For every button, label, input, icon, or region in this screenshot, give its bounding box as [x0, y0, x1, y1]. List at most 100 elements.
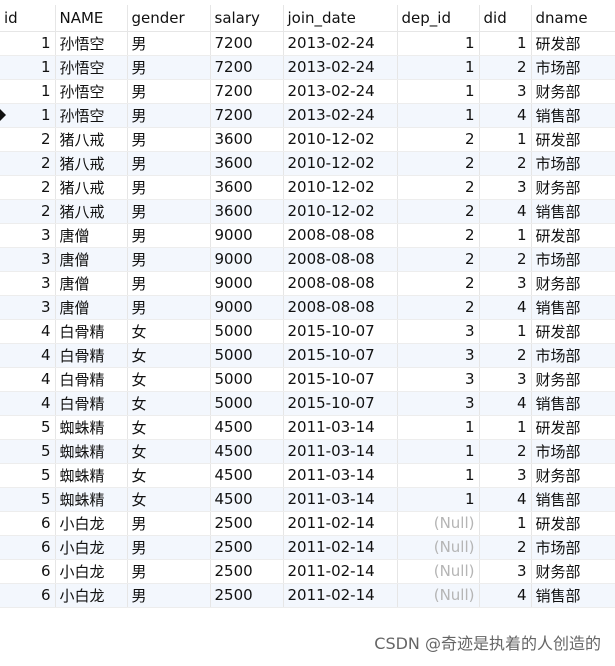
cell-dname[interactable]: 销售部	[531, 391, 615, 416]
cell-join-date[interactable]: 2011-03-14	[283, 415, 398, 440]
cell-dname[interactable]: 财务部	[531, 463, 615, 488]
cell-name[interactable]: 蜘蛛精	[55, 415, 128, 440]
cell-join-date[interactable]: 2013-02-24	[283, 55, 398, 80]
cell-dep-id[interactable]: 1	[397, 79, 480, 104]
table-row[interactable]: 1 孙悟空男 7200 2013-02-24 1 1 研发部	[0, 31, 615, 56]
cell-dep-id[interactable]: 3	[397, 319, 480, 344]
cell-gender[interactable]: 女	[127, 319, 211, 344]
cell-dname[interactable]: 财务部	[531, 559, 615, 584]
cell-name[interactable]: 蜘蛛精	[55, 463, 128, 488]
cell-dname[interactable]: 研发部	[531, 511, 615, 536]
table-row[interactable]: 3 唐僧男 9000 2008-08-08 2 4 销售部	[0, 295, 615, 320]
cell-salary[interactable]: 9000	[210, 271, 284, 296]
cell-salary[interactable]: 5000	[210, 391, 284, 416]
cell-dep-id[interactable]: (Null)	[397, 535, 480, 560]
cell-did[interactable]: 4	[479, 583, 532, 608]
cell-id[interactable]: 5	[0, 439, 56, 464]
table-row[interactable]: 2 猪八戒男 3600 2010-12-02 2 3 财务部	[0, 175, 615, 200]
cell-dname[interactable]: 研发部	[531, 415, 615, 440]
cell-name[interactable]: 小白龙	[55, 535, 128, 560]
cell-did[interactable]: 1	[479, 319, 532, 344]
cell-dname[interactable]: 销售部	[531, 199, 615, 224]
column-header-salary[interactable]: salary	[210, 5, 284, 32]
cell-did[interactable]: 4	[479, 103, 532, 128]
cell-join-date[interactable]: 2011-02-14	[283, 511, 398, 536]
cell-gender[interactable]: 女	[127, 391, 211, 416]
cell-join-date[interactable]: 2011-02-14	[283, 535, 398, 560]
cell-gender[interactable]: 女	[127, 463, 211, 488]
cell-dep-id[interactable]: 3	[397, 391, 480, 416]
cell-name[interactable]: 孙悟空	[55, 103, 128, 128]
cell-name[interactable]: 小白龙	[55, 559, 128, 584]
cell-dname[interactable]: 市场部	[531, 439, 615, 464]
cell-id[interactable]: 1	[0, 103, 56, 128]
cell-dname[interactable]: 研发部	[531, 223, 615, 248]
cell-join-date[interactable]: 2008-08-08	[283, 295, 398, 320]
cell-gender[interactable]: 男	[127, 199, 211, 224]
cell-id[interactable]: 2	[0, 199, 56, 224]
cell-salary[interactable]: 5000	[210, 343, 284, 368]
cell-salary[interactable]: 7200	[210, 103, 284, 128]
cell-salary[interactable]: 3600	[210, 151, 284, 176]
column-header-id[interactable]: id	[0, 5, 56, 32]
cell-gender[interactable]: 女	[127, 439, 211, 464]
cell-id[interactable]: 1	[0, 31, 56, 56]
cell-dname[interactable]: 市场部	[531, 535, 615, 560]
column-header-dname[interactable]: dname	[531, 5, 615, 32]
cell-salary[interactable]: 5000	[210, 319, 284, 344]
cell-id[interactable]: 6	[0, 583, 56, 608]
cell-id[interactable]: 3	[0, 247, 56, 272]
cell-name[interactable]: 猪八戒	[55, 175, 128, 200]
cell-join-date[interactable]: 2010-12-02	[283, 199, 398, 224]
cell-name[interactable]: 蜘蛛精	[55, 439, 128, 464]
cell-gender[interactable]: 女	[127, 487, 211, 512]
cell-dname[interactable]: 市场部	[531, 55, 615, 80]
cell-salary[interactable]: 4500	[210, 487, 284, 512]
cell-dep-id[interactable]: 1	[397, 439, 480, 464]
cell-gender[interactable]: 男	[127, 295, 211, 320]
cell-did[interactable]: 2	[479, 55, 532, 80]
cell-did[interactable]: 1	[479, 223, 532, 248]
cell-did[interactable]: 1	[479, 415, 532, 440]
cell-dep-id[interactable]: 1	[397, 31, 480, 56]
cell-id[interactable]: 4	[0, 367, 56, 392]
cell-join-date[interactable]: 2011-02-14	[283, 559, 398, 584]
cell-dname[interactable]: 市场部	[531, 247, 615, 272]
cell-dname[interactable]: 销售部	[531, 103, 615, 128]
cell-gender[interactable]: 男	[127, 79, 211, 104]
cell-salary[interactable]: 4500	[210, 439, 284, 464]
cell-salary[interactable]: 3600	[210, 175, 284, 200]
cell-name[interactable]: 白骨精	[55, 319, 128, 344]
cell-join-date[interactable]: 2008-08-08	[283, 247, 398, 272]
cell-gender[interactable]: 男	[127, 247, 211, 272]
cell-did[interactable]: 1	[479, 127, 532, 152]
cell-name[interactable]: 唐僧	[55, 271, 128, 296]
cell-gender[interactable]: 男	[127, 559, 211, 584]
cell-join-date[interactable]: 2011-03-14	[283, 463, 398, 488]
cell-join-date[interactable]: 2008-08-08	[283, 271, 398, 296]
cell-dname[interactable]: 财务部	[531, 367, 615, 392]
cell-dep-id[interactable]: 1	[397, 463, 480, 488]
cell-dname[interactable]: 财务部	[531, 271, 615, 296]
cell-did[interactable]: 2	[479, 343, 532, 368]
cell-id[interactable]: 4	[0, 319, 56, 344]
cell-dep-id[interactable]: (Null)	[397, 511, 480, 536]
cell-dep-id[interactable]: 2	[397, 271, 480, 296]
cell-gender[interactable]: 女	[127, 367, 211, 392]
column-header-did[interactable]: did	[479, 5, 532, 32]
cell-salary[interactable]: 5000	[210, 367, 284, 392]
column-header-join-date[interactable]: join_date	[283, 5, 398, 32]
cell-did[interactable]: 3	[479, 175, 532, 200]
table-row[interactable]: 1 孙悟空男 7200 2013-02-24 1 2 市场部	[0, 55, 615, 80]
cell-join-date[interactable]: 2010-12-02	[283, 127, 398, 152]
cell-gender[interactable]: 男	[127, 223, 211, 248]
cell-salary[interactable]: 4500	[210, 463, 284, 488]
cell-dep-id[interactable]: 3	[397, 367, 480, 392]
cell-dep-id[interactable]: 2	[397, 199, 480, 224]
cell-salary[interactable]: 3600	[210, 127, 284, 152]
cell-join-date[interactable]: 2015-10-07	[283, 343, 398, 368]
table-row[interactable]: 2 猪八戒男 3600 2010-12-02 2 2 市场部	[0, 151, 615, 176]
cell-id[interactable]: 5	[0, 463, 56, 488]
cell-id[interactable]: 1	[0, 79, 56, 104]
cell-salary[interactable]: 3600	[210, 199, 284, 224]
